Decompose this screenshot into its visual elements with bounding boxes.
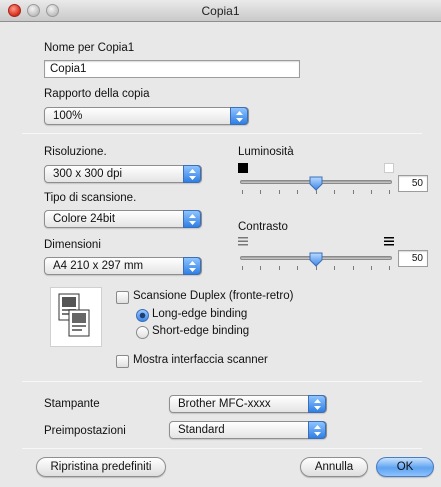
title-bar: Copia1 bbox=[0, 0, 441, 22]
separator bbox=[22, 133, 422, 134]
long-edge-radio[interactable] bbox=[136, 309, 149, 322]
printer-value: Brother MFC-xxxx bbox=[178, 398, 271, 410]
ratio-label: Rapporto della copia bbox=[44, 88, 150, 100]
long-edge-label: Long-edge binding bbox=[152, 308, 248, 320]
contrast-slider-knob[interactable] bbox=[308, 251, 324, 267]
scan-type-value: Colore 24bit bbox=[53, 213, 116, 225]
copy-settings-dialog: Copia1 Nome per Copia1 Copia1 Rapporto d… bbox=[0, 0, 441, 487]
separator bbox=[22, 448, 422, 449]
duplex-checkbox[interactable] bbox=[116, 291, 129, 304]
brightness-label: Luminosità bbox=[238, 146, 294, 158]
ratio-popup[interactable]: 100% bbox=[44, 107, 249, 125]
window-title: Copia1 bbox=[201, 4, 240, 18]
brightness-value-field[interactable]: 50 bbox=[398, 175, 428, 192]
popup-arrows-icon bbox=[308, 395, 326, 413]
separator bbox=[22, 381, 422, 382]
contrast-high-icon bbox=[384, 237, 394, 246]
ratio-value: 100% bbox=[53, 110, 83, 122]
contrast-value-field[interactable]: 50 bbox=[398, 250, 428, 267]
contrast-low-icon bbox=[238, 237, 248, 246]
popup-arrows-icon bbox=[230, 107, 248, 125]
scan-type-popup[interactable]: Colore 24bit bbox=[44, 210, 202, 228]
presets-popup[interactable]: Standard bbox=[169, 421, 327, 439]
dimensions-value: A4 210 x 297 mm bbox=[53, 260, 144, 272]
duplex-preview-icon bbox=[50, 287, 102, 347]
resolution-label: Risoluzione. bbox=[44, 146, 107, 158]
resolution-value: 300 x 300 dpi bbox=[53, 168, 123, 180]
presets-label: Preimpostazioni bbox=[44, 425, 126, 437]
brightness-light-icon bbox=[384, 163, 394, 173]
resolution-popup[interactable]: 300 x 300 dpi bbox=[44, 165, 202, 183]
short-edge-radio[interactable] bbox=[136, 326, 149, 339]
restore-defaults-button[interactable]: Ripristina predefiniti bbox=[36, 457, 166, 477]
duplex-label: Scansione Duplex (fronte-retro) bbox=[133, 290, 294, 302]
dimensions-popup[interactable]: A4 210 x 297 mm bbox=[44, 257, 202, 275]
popup-arrows-icon bbox=[183, 210, 201, 228]
short-edge-label: Short-edge binding bbox=[152, 325, 250, 337]
show-scanner-ui-label: Mostra interfaccia scanner bbox=[133, 354, 268, 366]
ok-button[interactable]: OK bbox=[376, 457, 434, 477]
contrast-ticks bbox=[242, 266, 390, 272]
presets-value: Standard bbox=[178, 424, 225, 436]
name-label: Nome per Copia1 bbox=[44, 42, 135, 54]
popup-arrows-icon bbox=[183, 165, 201, 183]
cancel-button[interactable]: Annulla bbox=[300, 457, 368, 477]
brightness-dark-icon bbox=[238, 163, 248, 173]
name-field[interactable]: Copia1 bbox=[44, 60, 300, 78]
scan-type-label: Tipo di scansione. bbox=[44, 192, 137, 204]
dimensions-label: Dimensioni bbox=[44, 239, 101, 251]
printer-popup[interactable]: Brother MFC-xxxx bbox=[169, 395, 327, 413]
brightness-ticks bbox=[242, 190, 390, 196]
brightness-slider-knob[interactable] bbox=[308, 175, 324, 191]
popup-arrows-icon bbox=[183, 257, 201, 275]
popup-arrows-icon bbox=[308, 421, 326, 439]
contrast-label: Contrasto bbox=[238, 221, 288, 233]
show-scanner-ui-checkbox[interactable] bbox=[116, 355, 129, 368]
printer-label: Stampante bbox=[44, 398, 100, 410]
